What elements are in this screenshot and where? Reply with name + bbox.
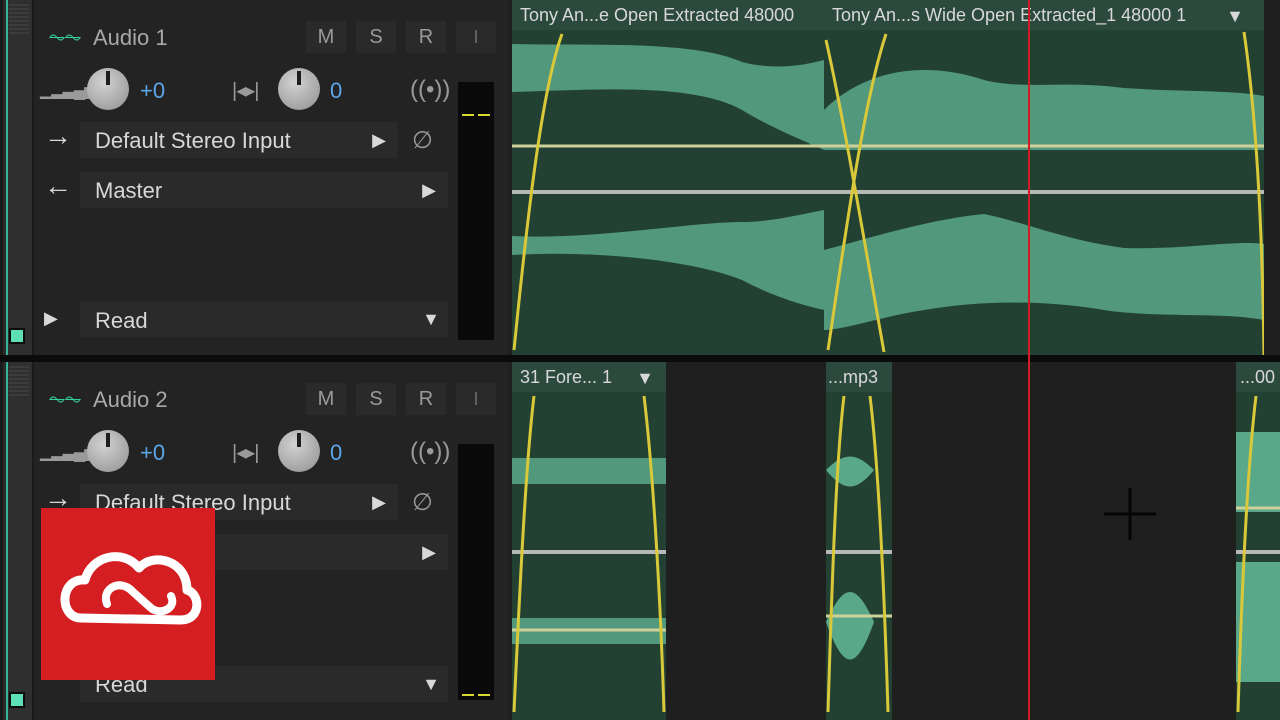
chevron-right-icon: ▶ (372, 492, 386, 512)
drag-handle-icon[interactable] (9, 4, 29, 34)
drag-handle-icon[interactable] (9, 366, 29, 396)
solo-button[interactable]: S (356, 383, 396, 415)
track-lane[interactable]: Tony An...e Open Extracted 48000 Tony An… (508, 0, 1280, 356)
record-arm-button[interactable]: R (406, 383, 446, 415)
chevron-right-icon: ▶ (422, 180, 436, 200)
mute-button[interactable]: M (306, 383, 346, 415)
chevron-right-icon: ▶ (422, 542, 436, 562)
track-grip[interactable] (3, 362, 32, 720)
phase-invert-icon[interactable]: ∅ (412, 126, 433, 155)
playhead[interactable] (1028, 0, 1030, 720)
track-lane[interactable]: 31 Fore... 1 ▼ ...mp3 ...00 (508, 362, 1280, 720)
clip-waveform (824, 31, 1264, 356)
audio-clip[interactable]: Tony An...s Wide Open Extracted_1 48000 … (824, 0, 1264, 356)
record-arm-button[interactable]: R (406, 21, 446, 53)
expand-triangle-icon[interactable]: ▶ (44, 308, 58, 329)
automation-label: Read (95, 308, 148, 333)
track-name[interactable]: Audio 1 (93, 25, 168, 51)
output-selector[interactable]: Master ▶ (80, 172, 448, 208)
audio-clip[interactable]: Tony An...e Open Extracted 48000 (512, 0, 824, 356)
solo-button[interactable]: S (356, 21, 396, 53)
track-color-swatch[interactable] (9, 328, 25, 344)
level-meter (458, 82, 494, 340)
pan-icon: |◂▸| (232, 442, 259, 464)
chevron-right-icon: ▶ (372, 130, 386, 150)
volume-knob[interactable] (87, 430, 129, 472)
track-audio-1: ⏦⏦ Audio 1 M S R I ▁▂▃▄▅▆ +0 |◂▸| 0 ((•)… (0, 0, 1280, 356)
track-color-stripe (6, 0, 32, 356)
crosshair-cursor-icon (1104, 488, 1156, 540)
pan-value[interactable]: 0 (330, 78, 342, 104)
arrow-left-icon: ← (44, 170, 72, 201)
volume-knob[interactable] (87, 68, 129, 110)
track-name[interactable]: Audio 2 (93, 387, 168, 413)
pan-knob[interactable] (278, 430, 320, 472)
track-color-stripe (6, 362, 32, 720)
waveform-icon: ⏦⏦ (48, 386, 82, 411)
clip-waveform (1236, 395, 1280, 713)
track-header: ⏦⏦ Audio 1 M S R I ▁▂▃▄▅▆ +0 |◂▸| 0 ((•)… (34, 0, 508, 356)
volume-value[interactable]: +0 (140, 440, 165, 466)
input-monitor-button[interactable]: I (456, 21, 496, 53)
arrow-right-icon: → (44, 120, 72, 151)
pan-knob[interactable] (278, 68, 320, 110)
clip-waveform (512, 395, 666, 713)
output-label: Master (95, 178, 163, 203)
pan-value[interactable]: 0 (330, 440, 342, 466)
pan-icon: |◂▸| (232, 80, 259, 102)
input-label: Default Stereo Input (95, 128, 291, 153)
broadcast-icon[interactable]: ((•)) (410, 438, 450, 466)
track-color-swatch[interactable] (9, 692, 25, 708)
creative-cloud-logo (41, 508, 215, 680)
track-grip[interactable] (3, 0, 32, 356)
automation-mode-select[interactable]: Read ▼ (80, 301, 448, 337)
input-selector[interactable]: Default Stereo Input ▶ (80, 122, 398, 158)
audio-clip[interactable]: ...00 (1236, 362, 1280, 720)
volume-value[interactable]: +0 (140, 78, 165, 104)
input-monitor-button[interactable]: I (456, 383, 496, 415)
audio-clip[interactable]: 31 Fore... 1 ▼ (512, 362, 666, 720)
clip-waveform (826, 395, 892, 713)
phase-invert-icon[interactable]: ∅ (412, 488, 433, 517)
audio-clip[interactable]: ...mp3 (826, 362, 892, 720)
mute-button[interactable]: M (306, 21, 346, 53)
waveform-icon: ⏦⏦ (48, 24, 82, 49)
level-meter (458, 444, 494, 700)
chevron-down-icon: ▼ (422, 309, 440, 329)
broadcast-icon[interactable]: ((•)) (410, 76, 450, 104)
chevron-down-icon: ▼ (422, 674, 440, 694)
clip-waveform (512, 33, 824, 351)
